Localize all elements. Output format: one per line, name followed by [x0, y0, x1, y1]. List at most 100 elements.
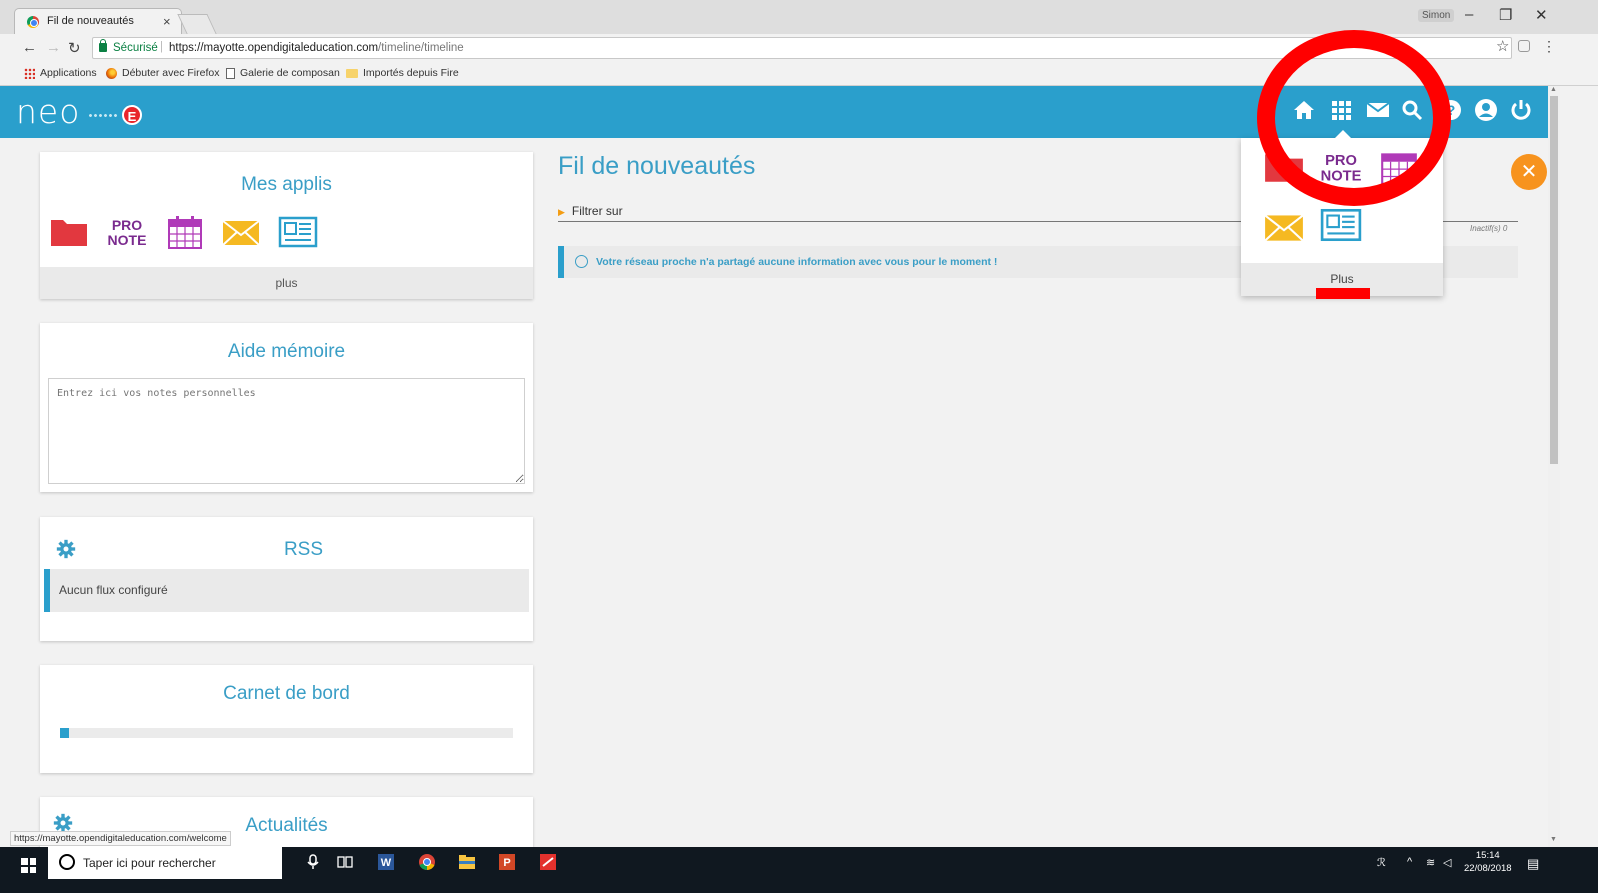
pronote-icon[interactable]: PRO NOTE — [107, 214, 147, 250]
windows-taskbar: Taper ici pour rechercher W P ℛ ^ ≋ ◁ 15… — [0, 847, 1598, 893]
bookmark-label: Débuter avec Firefox — [122, 67, 220, 79]
bookmark-label: Importés depuis Fire — [363, 67, 459, 79]
url-text: https://mayotte.opendigitaleducation.com… — [169, 42, 464, 54]
carnet-progress-bar — [60, 728, 513, 738]
profile-name[interactable]: Simon — [1418, 9, 1455, 22]
pronote-text: NOTE — [108, 232, 147, 248]
sad-face-icon — [575, 254, 588, 268]
calendar-icon[interactable] — [165, 214, 205, 250]
chrome-icon[interactable] — [418, 853, 436, 871]
user-icon[interactable] — [1474, 98, 1498, 122]
inactive-count: Inactif(s) 0 — [1470, 224, 1508, 233]
folder-icon[interactable] — [49, 214, 89, 250]
power-icon[interactable] — [1509, 98, 1533, 122]
mail-icon[interactable] — [221, 214, 261, 250]
scroll-thumb[interactable] — [1550, 96, 1558, 464]
rss-empty-message: Aucun flux configuré — [44, 569, 529, 612]
back-icon[interactable]: ← — [22, 39, 37, 56]
new-tab-button[interactable] — [177, 14, 217, 34]
firefox-icon — [106, 67, 117, 79]
bookmark-galerie[interactable]: Galerie de composan — [226, 67, 340, 79]
widget-title: RSS — [283, 539, 324, 560]
menu-kebab-icon[interactable]: ⋮ — [1542, 38, 1556, 55]
system-clock[interactable]: 15:14 22/08/2018 — [1464, 849, 1512, 875]
news-icon[interactable] — [1320, 206, 1362, 244]
task-view-icon[interactable] — [336, 853, 354, 871]
url-path: /timeline/timeline — [378, 42, 464, 54]
mail-icon[interactable] — [1263, 208, 1305, 246]
logo-badge: E — [122, 105, 142, 125]
scroll-up-icon[interactable]: ▲ — [1550, 86, 1557, 93]
browser-tab-strip: Fil de nouveautés × Simon – ❐ ✕ — [0, 0, 1598, 34]
microphone-icon[interactable] — [304, 853, 322, 871]
caret-right-icon: ▶ — [558, 207, 565, 217]
taskbar-search-text: Taper ici pour rechercher — [83, 856, 216, 870]
clock-time: 15:14 — [1475, 850, 1500, 861]
filter-toggle[interactable]: ▶ Filtrer sur — [558, 204, 623, 218]
page-scrollbar[interactable]: ▲ ▼ — [1548, 86, 1560, 847]
bookmark-firefox[interactable]: Débuter avec Firefox — [106, 67, 219, 79]
status-bar-url: https://mayotte.opendigitaleducation.com… — [10, 831, 231, 846]
bookmark-applications[interactable]: Applications — [24, 67, 97, 79]
svg-text:W: W — [381, 857, 392, 869]
notes-textarea[interactable] — [48, 378, 525, 484]
tab-close-icon[interactable]: × — [163, 14, 171, 29]
bookmark-imported[interactable]: Importés depuis Fire — [346, 67, 459, 79]
lock-icon — [99, 39, 107, 52]
file-explorer-icon[interactable] — [458, 853, 476, 871]
url-host: https://mayotte.opendigitaleducation.com — [169, 42, 379, 54]
notice-text: Votre réseau proche n'a partagé aucune i… — [596, 256, 998, 268]
widget-title: Aide mémoire — [227, 341, 346, 362]
powerpoint-icon[interactable]: P — [498, 853, 516, 871]
word-icon[interactable]: W — [377, 853, 395, 871]
chrome-favicon-icon — [27, 16, 39, 28]
wifi-icon[interactable]: ≋ — [1426, 856, 1435, 869]
taskbar-search[interactable]: Taper ici pour rechercher — [48, 847, 282, 879]
browser-tab[interactable]: Fil de nouveautés × — [14, 8, 182, 34]
extension-icon[interactable] — [1518, 40, 1530, 52]
progress-fill — [60, 728, 70, 738]
folder-icon — [346, 68, 358, 78]
cortana-icon — [59, 854, 75, 870]
bookmark-label: Galerie de composan — [240, 67, 340, 79]
tray-chevron-icon[interactable]: ^ — [1407, 856, 1412, 868]
filter-label: Filtrer sur — [571, 204, 623, 218]
bookmark-label: Applications — [40, 67, 97, 79]
apps-icon — [24, 67, 35, 79]
widget-title: Carnet de bord — [223, 683, 350, 704]
logo-dots — [88, 113, 118, 119]
notifications-icon[interactable]: ▤ — [1527, 856, 1539, 872]
pdf-app-icon[interactable] — [539, 853, 557, 871]
academy-logo: E — [88, 105, 144, 127]
reload-icon[interactable]: ↻ — [68, 39, 81, 57]
minimize-button[interactable]: – — [1465, 6, 1473, 23]
people-icon[interactable]: ℛ — [1377, 856, 1386, 869]
mes-applis-widget: Mes applis PRO NOTE plus — [40, 152, 533, 299]
restore-button[interactable]: ❐ — [1499, 6, 1512, 24]
page-title: Fil de nouveautés — [558, 152, 756, 180]
news-icon[interactable] — [278, 214, 318, 250]
windows-start-icon[interactable] — [21, 858, 36, 873]
tab-title: Fil de nouveautés — [47, 15, 134, 27]
tools-icon: ✕ — [1520, 161, 1538, 183]
page-icon — [226, 67, 235, 79]
svg-text:P: P — [503, 857, 510, 869]
volume-icon[interactable]: ◁ — [1443, 856, 1451, 869]
neo-logo[interactable]: neo — [16, 92, 80, 131]
forward-icon[interactable]: → — [46, 39, 61, 56]
aide-memoire-widget: Aide mémoire — [40, 323, 533, 492]
mes-applis-plus-button[interactable]: plus — [40, 267, 533, 299]
annotation-circle — [1257, 30, 1451, 206]
widget-title: Mes applis — [241, 174, 332, 195]
tools-button[interactable]: ✕ — [1511, 154, 1547, 190]
carnet-de-bord-widget: Carnet de bord — [40, 665, 533, 773]
clock-date: 22/08/2018 — [1464, 863, 1512, 874]
scroll-down-icon[interactable]: ▼ — [1550, 836, 1557, 843]
rss-widget: RSS Aucun flux configuré — [40, 517, 533, 641]
annotation-underline — [1316, 288, 1370, 299]
url-separator: | — [160, 41, 163, 53]
close-window-button[interactable]: ✕ — [1535, 6, 1548, 24]
bookmark-star-icon[interactable]: ☆ — [1496, 37, 1509, 55]
secure-label: Sécurisé — [113, 42, 158, 54]
pronote-text: PRO — [112, 217, 142, 233]
